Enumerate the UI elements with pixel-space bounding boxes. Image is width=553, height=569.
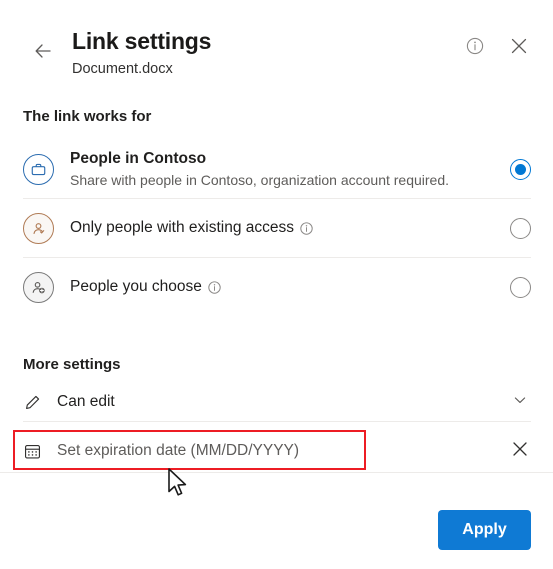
apply-button[interactable]: Apply [438,510,531,550]
title-block: Link settings Document.docx [72,26,211,80]
radio-people-in-contoso[interactable] [510,158,531,180]
option-text-block: Only people with existing access [70,218,510,238]
option-title-row: Only people with existing access [70,218,510,238]
option-title-row: People you choose [70,277,510,297]
section-label-link-works-for: The link works for [23,108,152,125]
option-row-existing-access[interactable]: Only people with existing access [0,199,553,257]
more-settings-list: Can edit Set expiration date (MM/DD/YYYY… [0,383,553,473]
info-button[interactable] [463,36,487,60]
close-icon [510,439,530,464]
person-check-icon [23,212,54,244]
close-icon [509,36,529,61]
permission-row-can-edit[interactable]: Can edit [0,383,553,421]
permission-label: Can edit [57,393,115,410]
option-title: People you choose [70,278,202,295]
dialog-header: Link settings Document.docx [0,26,553,90]
pencil-icon [23,393,45,412]
header-actions [463,36,531,60]
divider [0,472,553,473]
arrow-left-icon [32,40,54,67]
expiration-date-input[interactable]: Set expiration date (MM/DD/YYYY) [57,442,509,460]
divider [23,421,531,422]
option-text-block: People in Contoso Share with people in C… [70,149,510,190]
option-row-people-you-choose[interactable]: People you choose [0,258,553,316]
document-name: Document.docx [72,61,173,77]
option-description: Share with people in Contoso, organizati… [70,171,450,188]
option-row-people-in-contoso[interactable]: People in Contoso Share with people in C… [0,140,553,198]
permission-expand-button[interactable] [509,392,531,413]
person-add-icon [23,271,54,303]
clear-expiration-button[interactable] [509,439,531,464]
page-title: Link settings [72,28,212,54]
radio-people-you-choose[interactable] [510,276,531,298]
briefcase-icon [23,153,54,185]
link-audience-option-list: People in Contoso Share with people in C… [0,140,553,316]
section-label-more-settings: More settings [23,356,121,373]
close-button[interactable] [507,36,531,60]
radio-existing-access[interactable] [510,217,531,239]
chevron-down-icon [512,392,528,413]
option-text-block: People you choose [70,277,510,297]
info-circle-icon[interactable] [207,280,222,295]
option-title: Only people with existing access [70,219,295,236]
back-button[interactable] [28,38,58,68]
expiration-date-row[interactable]: Set expiration date (MM/DD/YYYY) [0,430,553,472]
info-circle-icon [465,36,485,61]
option-title: People in Contoso [70,149,207,167]
calendar-icon [23,442,45,461]
info-circle-icon[interactable] [299,221,314,236]
